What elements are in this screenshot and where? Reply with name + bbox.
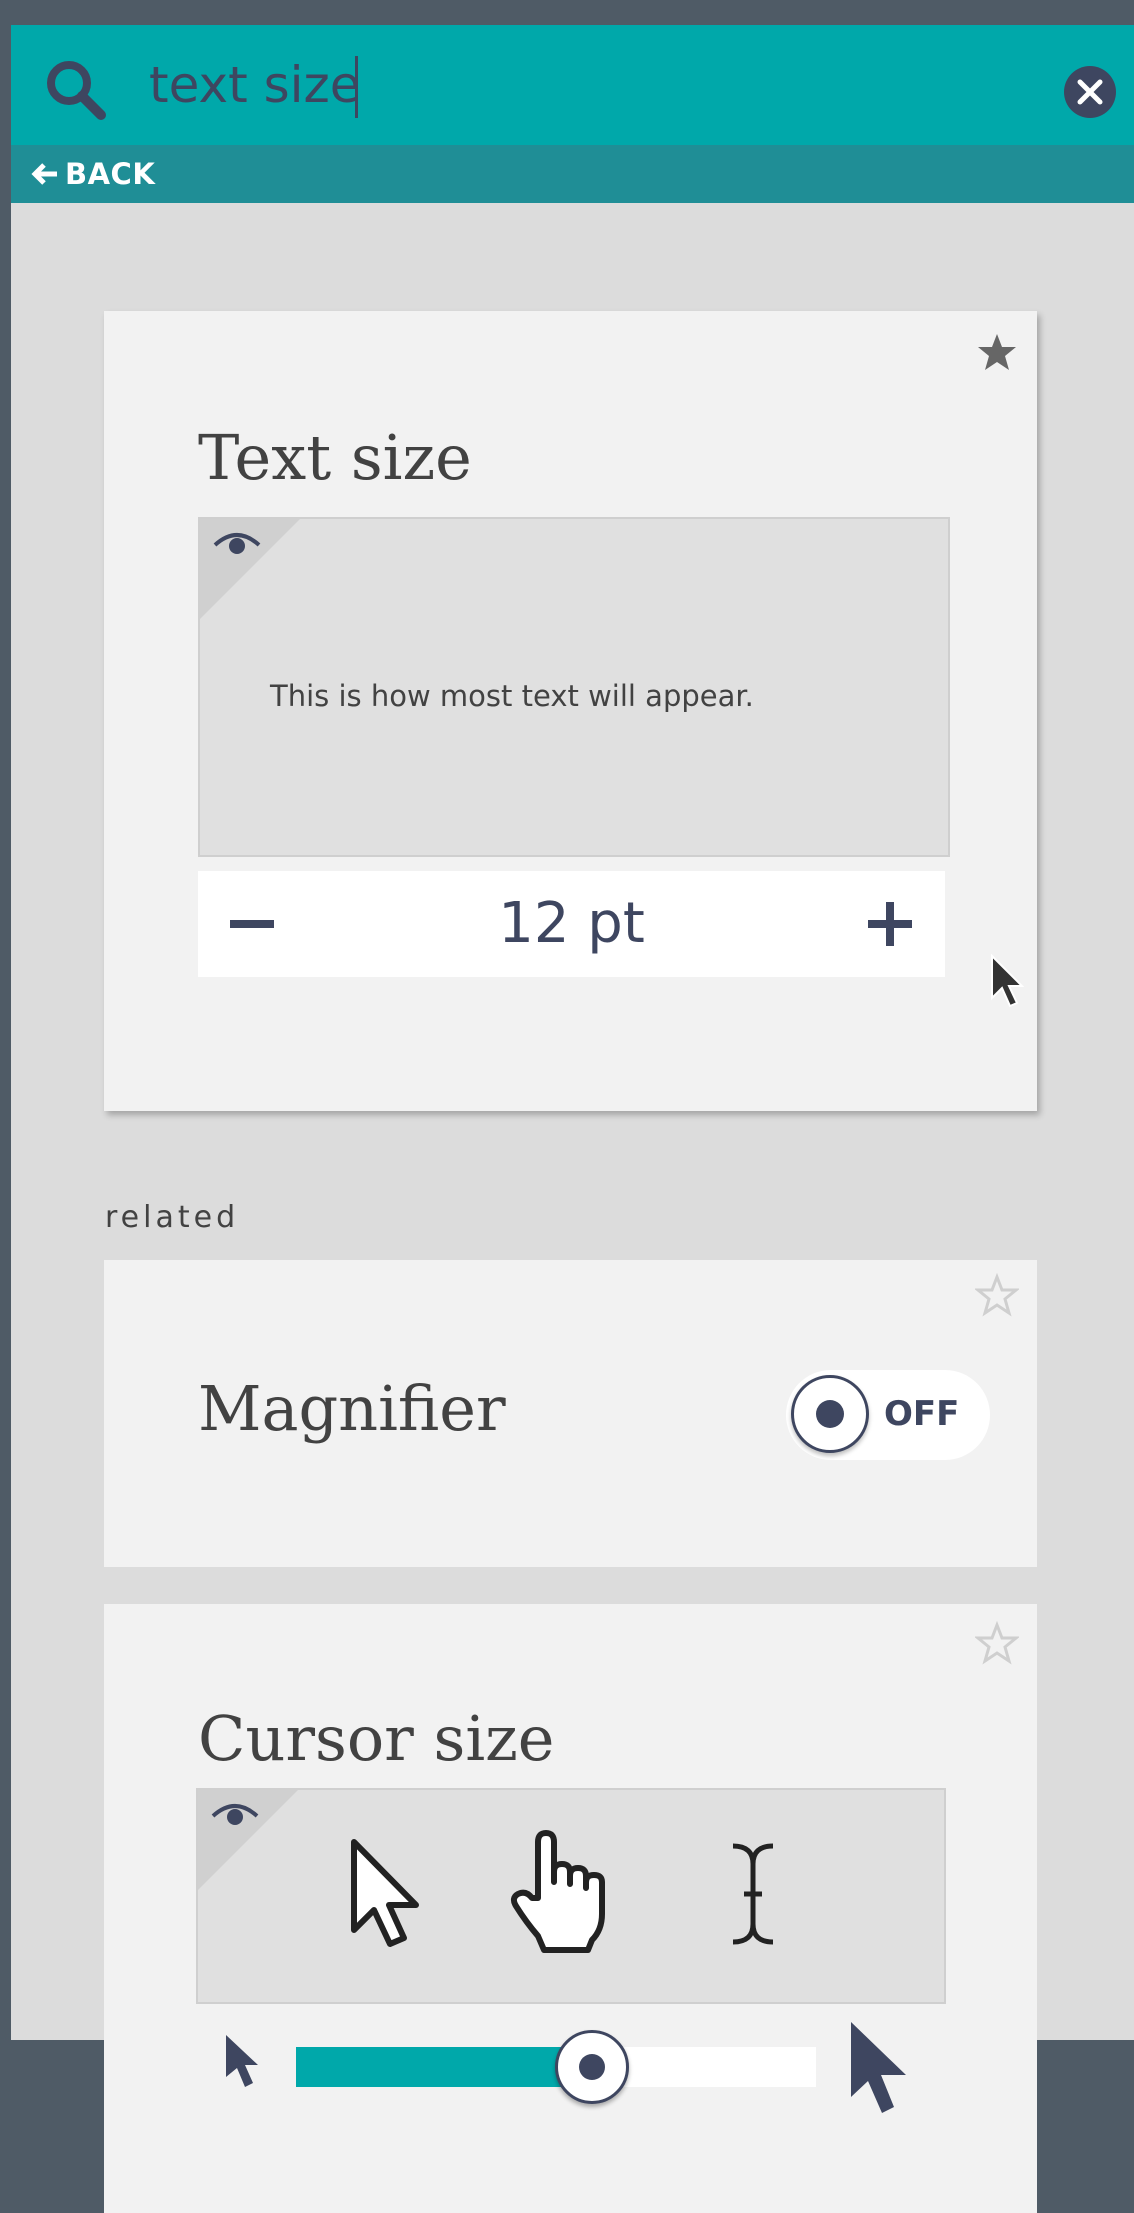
text-caret bbox=[355, 56, 358, 118]
small-cursor-icon bbox=[226, 2035, 258, 2087]
star-outline-icon[interactable] bbox=[975, 1621, 1019, 1665]
slider-handle[interactable] bbox=[555, 2030, 630, 2104]
hand-cursor-icon bbox=[510, 1830, 605, 1953]
text-preview: This is how most text will appear. bbox=[198, 517, 950, 857]
search-input[interactable] bbox=[139, 50, 699, 120]
related-heading: related bbox=[105, 1200, 240, 1235]
plus-icon bbox=[868, 902, 912, 946]
large-cursor-icon bbox=[851, 2022, 906, 2113]
arrow-cursor-icon bbox=[351, 1839, 419, 1947]
eye-icon bbox=[213, 533, 261, 554]
text-cursor-icon bbox=[732, 1843, 774, 1945]
clear-search-button[interactable] bbox=[1064, 66, 1116, 118]
magnifier-card: Magnifier OFF bbox=[104, 1260, 1037, 1567]
close-icon bbox=[1077, 79, 1103, 105]
star-outline-icon[interactable] bbox=[975, 1273, 1019, 1317]
increase-button[interactable] bbox=[855, 891, 925, 957]
search-icon bbox=[47, 61, 106, 120]
toggle-state-label: OFF bbox=[884, 1394, 960, 1434]
cursor-size-title: Cursor size bbox=[198, 1702, 555, 1775]
text-size-stepper: 12 pt bbox=[198, 871, 945, 977]
cursor-preview bbox=[196, 1788, 946, 2004]
preview-text: This is how most text will appear. bbox=[270, 679, 754, 713]
back-label: BACK bbox=[65, 157, 156, 191]
toggle-knob bbox=[791, 1375, 869, 1453]
cursor-size-card: Cursor size bbox=[104, 1604, 1037, 2213]
star-filled-icon[interactable] bbox=[975, 330, 1019, 374]
text-size-card: Text size This is how most text will app… bbox=[104, 311, 1037, 1111]
magnifier-title: Magnifier bbox=[198, 1372, 506, 1445]
cursor-size-slider[interactable] bbox=[296, 2030, 816, 2104]
magnifier-toggle[interactable]: OFF bbox=[786, 1370, 990, 1460]
arrow-left-icon bbox=[31, 163, 57, 185]
text-size-value: 12 pt bbox=[498, 891, 645, 956]
slider-fill bbox=[296, 2047, 593, 2087]
eye-icon bbox=[211, 1804, 259, 1825]
text-size-title: Text size bbox=[198, 421, 472, 494]
search-bar bbox=[11, 25, 1134, 145]
back-bar: BACK bbox=[11, 145, 1134, 203]
back-button[interactable]: BACK bbox=[31, 153, 155, 195]
mouse-pointer-icon bbox=[991, 954, 1024, 1008]
